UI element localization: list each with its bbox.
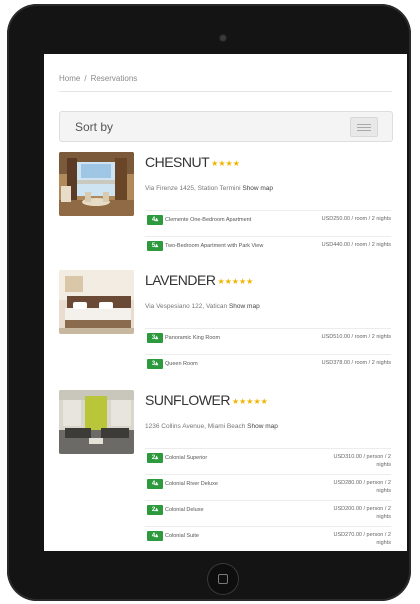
guest-badge: 3▴ — [147, 333, 163, 343]
guest-count: 3 — [151, 361, 156, 367]
room-row[interactable]: 3▴ Panoramic King Room USD510.00 / room … — [145, 328, 391, 354]
guest-badge: 3▴ — [147, 359, 163, 369]
room-name[interactable]: Panoramic King Room — [165, 335, 220, 341]
room-row[interactable]: 3▴ Queen Room USD378.00 / room / 2 night… — [145, 354, 391, 380]
guest-badge: 4▴ — [147, 479, 163, 489]
guest-count: 3 — [151, 335, 156, 341]
show-map-link[interactable]: Show map — [242, 185, 273, 192]
guest-count: 2 — [151, 455, 156, 461]
star-rating: ★★★★★ — [217, 277, 254, 286]
room-price: USD250.00 / room / 2 nights — [321, 216, 391, 222]
hotel-address-line: Via Vespesiano 122, Vatican Show map — [145, 303, 260, 310]
hotel-name[interactable]: LAVENDER — [145, 272, 216, 288]
room-name[interactable]: Colonial Suite — [165, 533, 199, 539]
screen: Home / Reservations Sort by CHESNUT ★★★★… — [44, 54, 407, 551]
hotel-photo[interactable] — [59, 390, 134, 454]
room-price: USD378.00 / room / 2 nights — [321, 360, 391, 366]
room-row[interactable]: 4▴ Colonial River Deluxe USD280.00 / per… — [145, 474, 391, 500]
star-rating: ★★★★ — [211, 159, 240, 168]
room-price: USD510.00 / room / 2 nights — [321, 334, 391, 340]
hotel-title: CHESNUT ★★★★ — [145, 154, 240, 172]
divider — [59, 91, 392, 92]
guest-badge: 4▴ — [147, 531, 163, 541]
room-price: USD440.00 / room / 2 nights — [321, 242, 391, 248]
guest-badge: 2▴ — [147, 505, 163, 515]
room-price: USD280.00 / person / 2 nights — [333, 480, 391, 494]
hotel-photo[interactable] — [59, 152, 134, 216]
hotel-address-line: Via Firenze 1425, Station Termini Show m… — [145, 185, 273, 192]
star-rating: ★★★★★ — [231, 397, 268, 406]
hotel-address-line: 1236 Collins Avenue, Miami Beach Show ma… — [145, 423, 278, 430]
camera-icon — [220, 35, 226, 41]
hotel-title: LAVENDER ★★★★★ — [145, 272, 253, 290]
hotel-address: 1236 Collins Avenue, Miami Beach — [145, 423, 246, 430]
tablet-frame: Home / Reservations Sort by CHESNUT ★★★★… — [7, 4, 411, 601]
guest-count: 4 — [151, 533, 156, 539]
guest-count: 4 — [151, 481, 156, 487]
guest-count: 2 — [151, 507, 156, 513]
sort-bar[interactable]: Sort by — [59, 111, 393, 142]
room-name[interactable]: Two-Bedroom Apartment with Park View — [165, 243, 263, 249]
menu-icon[interactable] — [350, 117, 378, 137]
breadcrumb-separator: / — [84, 74, 87, 83]
room-list: 2▴ Colonial Superior USD310.00 / person … — [145, 448, 391, 551]
guest-badge: 5▴ — [147, 241, 163, 251]
hotel-address: Via Firenze 1425, Station Termini — [145, 185, 241, 192]
hotel-photo[interactable] — [59, 270, 134, 334]
room-price: USD200.00 / person / 2 nights — [333, 506, 391, 520]
hotel-title: SUNFLOWER ★★★★★ — [145, 392, 268, 410]
breadcrumb-home[interactable]: Home — [59, 74, 80, 83]
sort-label: Sort by — [75, 120, 114, 134]
home-icon — [218, 574, 228, 584]
hotel-name[interactable]: CHESNUT — [145, 154, 210, 170]
room-price: USD270.00 / person / 2 nights — [333, 532, 391, 546]
breadcrumb-current: Reservations — [90, 74, 138, 83]
show-map-link[interactable]: Show map — [229, 303, 260, 310]
guest-badge: 2▴ — [147, 453, 163, 463]
home-button[interactable] — [207, 563, 239, 595]
room-name[interactable]: Queen Room — [165, 361, 198, 367]
room-list: 4▴ Clemente One-Bedroom Apartment USD250… — [145, 210, 391, 262]
room-name[interactable]: Colonial Superior — [165, 455, 207, 461]
guest-badge: 4▴ — [147, 215, 163, 225]
hotel-name[interactable]: SUNFLOWER — [145, 392, 230, 408]
hotel-address: Via Vespesiano 122, Vatican — [145, 303, 228, 310]
room-price: USD310.00 / person / 2 nights — [333, 454, 391, 468]
room-name[interactable]: Colonial Deluxe — [165, 507, 204, 513]
room-row[interactable]: 2▴ Colonial Deluxe USD200.00 / person / … — [145, 500, 391, 526]
room-row[interactable]: 4▴ Colonial Suite USD270.00 / person / 2… — [145, 526, 391, 551]
room-name[interactable]: Colonial River Deluxe — [165, 481, 218, 487]
breadcrumb: Home / Reservations — [59, 74, 141, 83]
room-row[interactable]: 2▴ Colonial Superior USD310.00 / person … — [145, 448, 391, 474]
room-row[interactable]: 5▴ Two-Bedroom Apartment with Park View … — [145, 236, 391, 262]
room-row[interactable]: 4▴ Clemente One-Bedroom Apartment USD250… — [145, 210, 391, 236]
room-list: 3▴ Panoramic King Room USD510.00 / room … — [145, 328, 391, 380]
room-name[interactable]: Clemente One-Bedroom Apartment — [165, 217, 251, 223]
guest-count: 4 — [151, 217, 156, 223]
guest-count: 5 — [151, 243, 156, 249]
show-map-link[interactable]: Show map — [247, 423, 278, 430]
